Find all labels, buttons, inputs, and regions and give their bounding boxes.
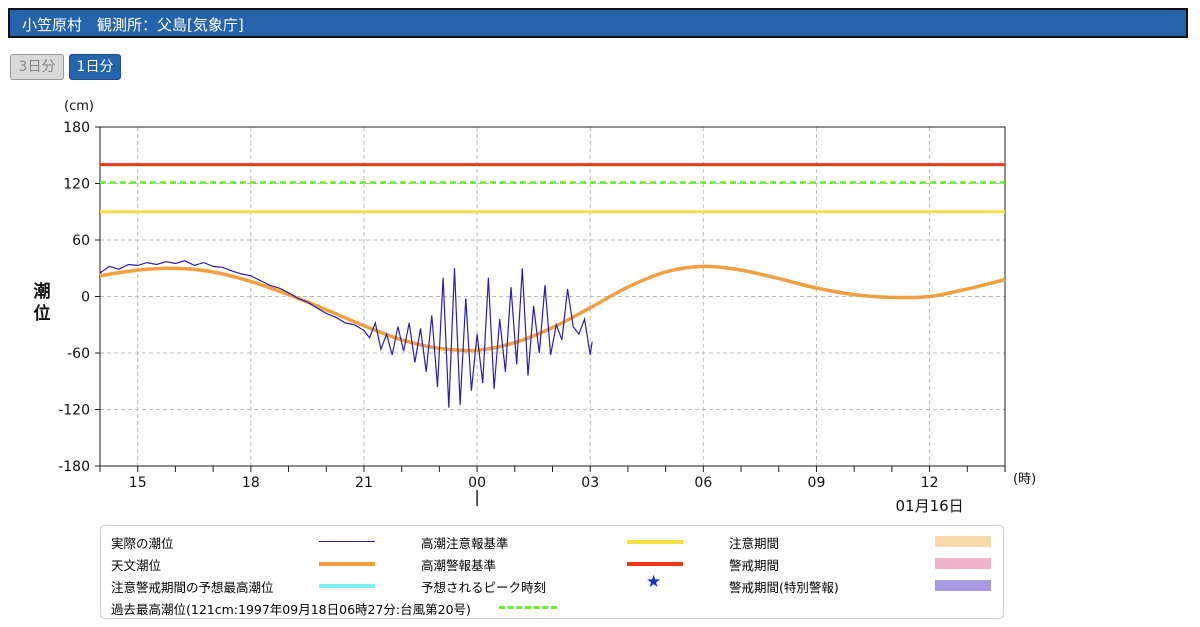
- legend-special-warning-period-swatch: [935, 580, 991, 591]
- legend-record-line: [499, 606, 557, 609]
- date-label: 01月16日: [895, 497, 963, 515]
- legend-actual-line: [319, 541, 375, 542]
- x-tick-label: 03: [581, 475, 599, 491]
- y-tick-label: 0: [81, 290, 90, 306]
- legend-warning-line: [627, 562, 683, 566]
- tide-chart: 180 120 60 0 -60 -120 -180 15 18 21 00 03 06 09 12 01月1…: [34, 99, 1037, 515]
- y-tick-label: 60: [72, 233, 90, 249]
- x-tick-label: 18: [242, 475, 260, 491]
- y-axis-title-char: 潮: [34, 281, 51, 302]
- legend-actual-label: 実際の潮位: [111, 536, 174, 551]
- x-tick-label: 15: [129, 475, 147, 491]
- y-unit-label: (cm): [64, 99, 94, 114]
- legend-astronomical-label: 天文潮位: [111, 558, 162, 573]
- legend-special-warning-period-label: 警戒期間(特別警報): [729, 580, 839, 595]
- x-tick-label: 09: [808, 475, 826, 491]
- legend-caution-line: [627, 540, 683, 544]
- x-tick-label: 00: [468, 475, 486, 491]
- legend-peak-time-label: 予想されるピーク時刻: [421, 580, 547, 595]
- astronomical-tide-line: [99, 264, 1006, 353]
- x-tick-label: 21: [355, 475, 373, 491]
- legend-caution-label: 高潮注意報基準: [421, 536, 509, 551]
- legend-caution-period-swatch: [935, 536, 991, 547]
- legend-warning-label: 高潮警報基準: [421, 558, 497, 573]
- y-tick-label: -180: [58, 459, 90, 475]
- legend-warning-period-label: 警戒期間: [729, 558, 780, 573]
- legend-record-label: 過去最高潮位(121cm:1997年09月18日06時27分:台風第20号): [111, 602, 471, 617]
- y-axis-title-char: 位: [34, 303, 51, 324]
- star-icon: ★: [646, 572, 662, 592]
- legend-caution-period-label: 注意期間: [729, 536, 780, 551]
- legend-warning-period-swatch: [935, 558, 991, 569]
- legend-astronomical-line: [319, 562, 375, 566]
- x-tick-label: 12: [921, 475, 939, 491]
- legend-predicted-peak-line: [319, 584, 375, 588]
- x-unit-label: (時): [1013, 472, 1036, 487]
- x-tick-label: 06: [694, 475, 712, 491]
- actual-tide-line: [99, 260, 593, 408]
- y-tick-label: 180: [63, 120, 90, 136]
- y-tick-label: -120: [58, 403, 90, 419]
- chart-legend: 実際の潮位 天文潮位 注意警戒期間の予想最高潮位 過去最高潮位(121cm:19…: [100, 525, 1004, 619]
- legend-predicted-peak-label: 注意警戒期間の予想最高潮位: [111, 580, 274, 595]
- y-tick-label: -60: [67, 346, 90, 362]
- y-tick-label: 120: [63, 177, 90, 193]
